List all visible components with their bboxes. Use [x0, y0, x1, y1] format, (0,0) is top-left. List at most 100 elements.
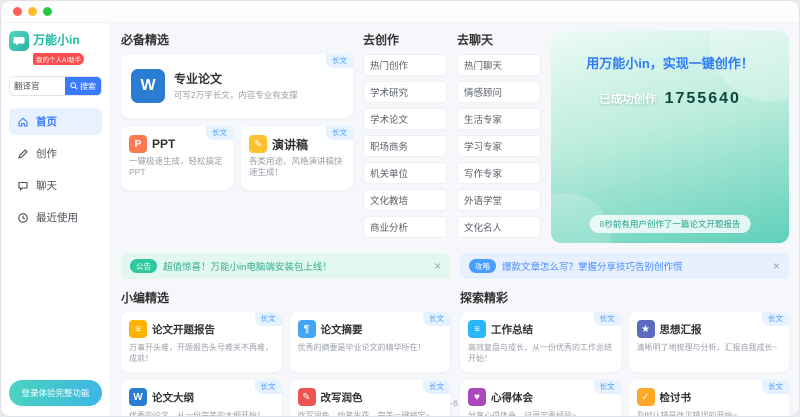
create-nav-item[interactable]: 商业分析	[363, 216, 447, 238]
section-explore: 探索精彩 长文 ≡ 工作总结 高效复盘与成长，从一份优秀的工作总结开始！ 长文	[460, 289, 789, 391]
card-title: 检讨书	[660, 390, 692, 405]
card-title: 思想汇报	[660, 322, 702, 337]
sidebar-item-home[interactable]: 首页	[9, 108, 102, 135]
sidebar-item-chat[interactable]: 聊天	[9, 172, 102, 199]
section-title: 探索精彩	[460, 289, 789, 306]
chat-nav-item[interactable]: 生活专家	[457, 108, 541, 130]
close-icon[interactable]: ×	[773, 260, 780, 272]
search-button[interactable]: 搜索	[65, 77, 101, 95]
create-nav-item[interactable]: 热门创作	[363, 54, 447, 76]
chat-icon	[17, 180, 29, 192]
card-title: 改写润色	[321, 390, 363, 405]
feature-card-apology-letter[interactable]: 长文 ✓ 检讨书 及时认错是改正错误的开始~	[629, 380, 790, 417]
guide-text: 爆款文章怎么写？掌握分享技巧告别创作慌	[502, 259, 683, 273]
sidebar-item-label: 聊天	[36, 178, 57, 193]
main-content: 必备精选 长文 W 专业论文 可写2万字长文，内容专业有支撑 长文	[111, 23, 799, 416]
report-icon: ≡	[129, 320, 147, 338]
zoom-button[interactable]	[43, 7, 52, 16]
feature-card-work-summary[interactable]: 长文 ≡ 工作总结 高效复盘与成长，从一份优秀的工作总结开始！	[460, 312, 621, 372]
create-nav-item[interactable]: 文化教培	[363, 189, 447, 211]
card-description: 改写润色，妙笔生花，完美一键搞定~	[298, 410, 443, 417]
card-description: 优秀的论文，从一份完美的大纲开始！	[129, 410, 274, 417]
section-title: 必备精选	[121, 31, 353, 48]
chat-nav-item[interactable]: 写作专家	[457, 162, 541, 184]
heart-icon: ♥	[468, 388, 486, 406]
card-tag: 长文	[762, 312, 789, 326]
feature-card-thought-report[interactable]: 长文 ★ 思想汇报 清晰明了地梳理与分析，汇报自我成长~	[629, 312, 790, 372]
counter-value: 1755640	[665, 90, 741, 108]
create-nav-item[interactable]: 学术论文	[363, 108, 447, 130]
card-title: 演讲稿	[272, 136, 308, 153]
close-button[interactable]	[13, 7, 22, 16]
ppt-icon: P	[129, 135, 147, 153]
search-input[interactable]	[10, 77, 65, 95]
feature-card-proposal[interactable]: 长文 ≡ 论文开题报告 万事开头难，开题报告头号难关不再难，成就！	[121, 312, 282, 372]
card-tag: 长文	[255, 380, 282, 394]
feature-card-outline[interactable]: 长文 W 论文大纲 优秀的论文，从一份完美的大纲开始！	[121, 380, 282, 417]
pencil-icon: ✎	[249, 135, 267, 153]
word-doc-icon: W	[129, 388, 147, 406]
section-essentials: 必备精选 长文 W 专业论文 可写2万字长文，内容专业有支撑 长文	[121, 31, 353, 243]
card-description: 一键极速生成，轻松搞定PPT	[129, 156, 225, 179]
feature-card-ppt[interactable]: 长文 P PPT 一键极速生成，轻松搞定PPT	[121, 126, 233, 190]
card-title: PPT	[152, 137, 175, 151]
create-nav-item[interactable]: 职场商务	[363, 135, 447, 157]
create-nav-item[interactable]: 学术研究	[363, 81, 447, 103]
clock-icon	[17, 212, 29, 224]
sidebar-item-recent[interactable]: 最近使用	[9, 204, 102, 231]
card-title: 心得体会	[491, 390, 533, 405]
sidebar-item-create[interactable]: 创作	[9, 140, 102, 167]
search-button-label: 搜索	[80, 81, 96, 92]
card-tag: 长文	[255, 312, 282, 326]
chat-nav-item[interactable]: 文化名人	[457, 216, 541, 238]
feature-card-speech[interactable]: 长文 ✎ 演讲稿 各类用途、风格演讲稿快速生成！	[241, 126, 353, 190]
nav-column-create: 去创作 热门创作 学术研究 学术论文 职场商务 机关单位 文化教培 商业分析	[363, 31, 447, 243]
section-title: 小编精选	[121, 289, 450, 306]
sidebar-item-label: 首页	[36, 114, 57, 129]
card-tag: 长文	[423, 312, 450, 326]
nav-column-chat: 去聊天 热门聊天 情感顾问 生活专家 学习专家 写作专家 外语学堂 文化名人	[457, 31, 541, 243]
card-description: 优秀的摘要是毕业论文的精华所在！	[298, 342, 443, 353]
sidebar: 万能小in 我的个人AI助手 搜索 首页 创作	[1, 23, 111, 416]
home-icon	[17, 116, 29, 128]
feature-card-reflection[interactable]: 长文 ♥ 心得体会 分享心得体会，记录宝贵经验~	[460, 380, 621, 417]
card-description: 分享心得体会，记录宝贵经验~	[468, 410, 613, 417]
activity-ticker: 8秒前有用户创作了一篇论文开题报告	[590, 215, 751, 233]
section-title: 去聊天	[457, 31, 541, 48]
card-description: 万事开头难，开题报告头号难关不再难，成就！	[129, 342, 274, 364]
guide-bar[interactable]: 攻略 爆款文章怎么写？掌握分享技巧告别创作慌 ×	[460, 253, 789, 279]
close-icon[interactable]: ×	[434, 260, 441, 272]
announcement-bar[interactable]: 公告 超值惊喜！万能小in电脑端安装包上线！ ×	[121, 253, 450, 279]
feature-card-abstract[interactable]: 长文 ¶ 论文摘要 优秀的摘要是毕业论文的精华所在！	[290, 312, 451, 372]
chat-nav-item[interactable]: 学习专家	[457, 135, 541, 157]
briefcase-icon: ≡	[468, 320, 486, 338]
search-icon	[70, 82, 78, 90]
card-tag: 长文	[206, 126, 233, 140]
chat-nav-item[interactable]: 情感顾问	[457, 81, 541, 103]
guide-badge: 攻略	[469, 259, 496, 273]
card-tag: 长文	[594, 312, 621, 326]
card-title: 论文大纲	[152, 390, 194, 405]
feature-card-paper[interactable]: 长文 W 专业论文 可写2万字长文，内容专业有支撑	[121, 54, 353, 118]
minimize-button[interactable]	[28, 7, 37, 16]
announcement-badge: 公告	[130, 259, 157, 273]
promo-title: 用万能小in，实现一键创作！	[563, 53, 777, 72]
card-description: 清晰明了地梳理与分析，汇报自我成长~	[637, 342, 782, 353]
section-editor-picks: 小编精选 长文 ≡ 论文开题报告 万事开头难，开题报告头号难关不再难，成就！ 长…	[121, 289, 450, 391]
card-description: 高效复盘与成长，从一份优秀的工作总结开始！	[468, 342, 613, 364]
card-tag: 长文	[762, 380, 789, 394]
feature-card-polish[interactable]: 长文 ✎ 改写润色 改写润色，妙笔生花，完美一键搞定~	[290, 380, 451, 417]
logo: 万能小in 我的个人AI助手	[9, 31, 102, 67]
announcement-text: 超值惊喜！万能小in电脑端安装包上线！	[163, 259, 332, 273]
login-experience-button[interactable]: 登录体验完整功能	[9, 380, 102, 406]
chat-nav-item[interactable]: 外语学堂	[457, 189, 541, 211]
titlebar	[1, 1, 799, 23]
card-title: 论文摘要	[321, 322, 363, 337]
app-window: 万能小in 我的个人AI助手 搜索 首页 创作	[0, 0, 800, 417]
card-tag: 长文	[423, 380, 450, 394]
create-nav-item[interactable]: 机关单位	[363, 162, 447, 184]
chat-nav-item[interactable]: 热门聊天	[457, 54, 541, 76]
app-slogan-badge: 我的个人AI助手	[33, 53, 84, 65]
section-title: 去创作	[363, 31, 447, 48]
sidebar-menu: 首页 创作 聊天 最近使用	[9, 108, 102, 231]
